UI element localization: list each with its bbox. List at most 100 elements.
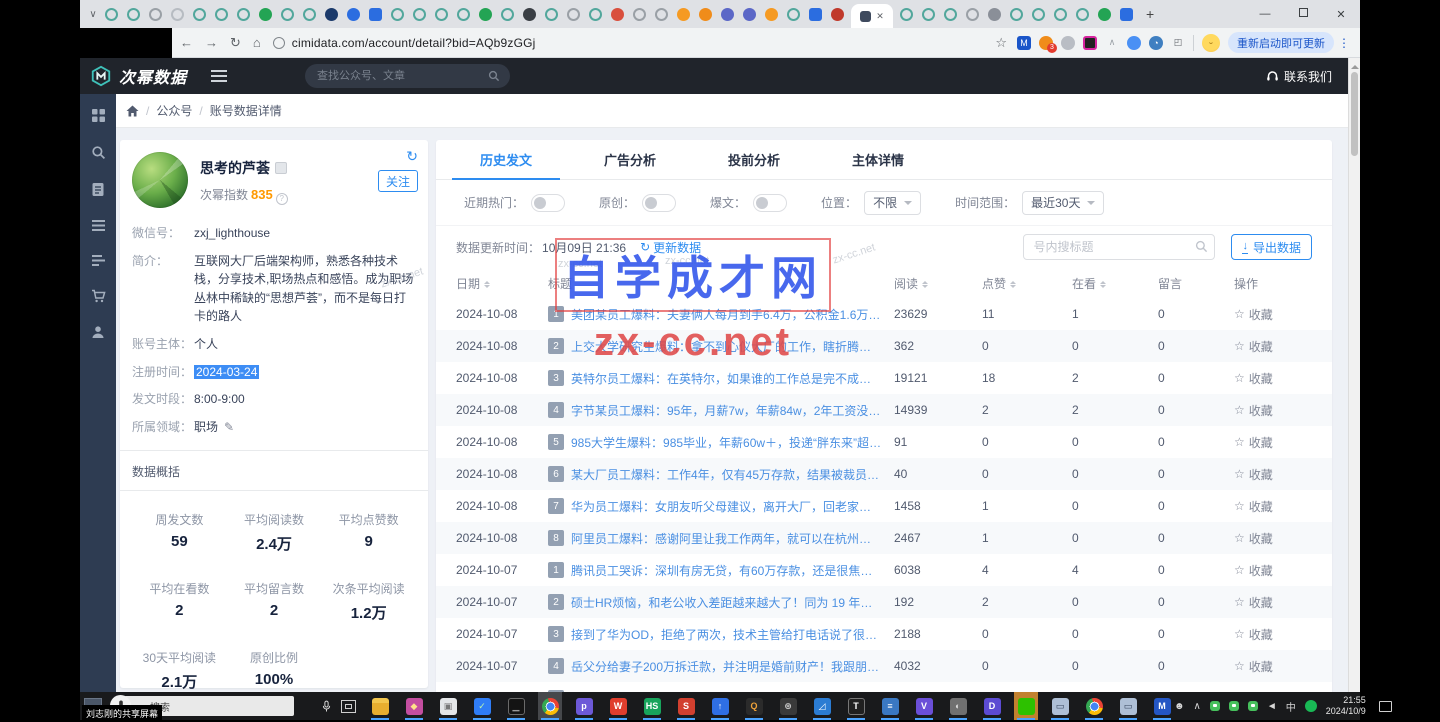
title-search-input[interactable]	[1023, 234, 1215, 260]
refresh-data-button[interactable]: ↻ 更新数据	[640, 239, 701, 256]
extension-camera-icon[interactable]	[1083, 36, 1097, 50]
extension-chevron-icon[interactable]: ∧	[1105, 36, 1119, 50]
browser-tab[interactable]	[809, 8, 822, 21]
browser-tab[interactable]	[1098, 8, 1111, 21]
tab-close-icon[interactable]: ✕	[876, 11, 884, 22]
browser-tab[interactable]	[369, 8, 382, 21]
minimize-button[interactable]: —	[1246, 8, 1284, 20]
article-title-link[interactable]: 硕士HR烦恼，和老公收入差距越来越大了！同为 19 年硕士，如今我税前 20 .…	[571, 594, 882, 611]
browser-tab[interactable]	[944, 8, 957, 21]
browser-tab[interactable]	[215, 8, 228, 21]
sort-icon[interactable]	[1010, 278, 1016, 291]
article-title-link[interactable]: 某大厂员工爆料：工作4年，仅有45万存款，结果被裁员，几个月都找不到工...	[571, 466, 882, 483]
favorite-button[interactable]: ☆ 收藏	[1234, 562, 1312, 579]
sort-icon[interactable]	[1100, 278, 1106, 291]
new-tab-button[interactable]: +	[1138, 6, 1162, 22]
taskbar-app-chrome-2[interactable]	[1082, 692, 1106, 720]
tab-history-posts[interactable]: 历史发文	[444, 140, 568, 179]
favorite-button[interactable]: ☆ 收藏	[1234, 498, 1312, 515]
taskbar-app-terminal[interactable]: ▁	[504, 692, 528, 720]
scrollbar-thumb[interactable]	[1351, 72, 1358, 156]
ime-indicator[interactable]: 中	[1286, 699, 1296, 714]
extensions-puzzle-icon[interactable]: ◰	[1171, 36, 1185, 50]
browser-tab[interactable]	[787, 8, 800, 21]
browser-tab[interactable]	[611, 8, 624, 21]
chat-bubble-icon[interactable]	[1248, 701, 1258, 711]
taskbar-mic-icon[interactable]	[322, 700, 331, 713]
article-title-link[interactable]: 985大学生爆料：985毕业，年薪60w＋，投递“胖东来”超市，连简历初筛都没.…	[571, 434, 882, 451]
taskbar-app-planet[interactable]: ◐	[946, 692, 970, 720]
tab-pre-invest-analysis[interactable]: 投前分析	[692, 140, 816, 179]
forward-icon[interactable]: →	[205, 35, 218, 50]
browser-tab[interactable]	[457, 8, 470, 21]
browser-tab[interactable]	[413, 8, 426, 21]
network-globe-icon[interactable]	[1305, 700, 1317, 712]
sort-icon[interactable]	[484, 278, 490, 291]
taskbar-app-monitor[interactable]: ▭	[1116, 692, 1140, 720]
browser-tab[interactable]	[281, 8, 294, 21]
viral-toggle[interactable]	[753, 194, 787, 212]
taskbar-app-s[interactable]: S	[674, 692, 698, 720]
export-data-button[interactable]: ↓ 导出数据	[1231, 234, 1312, 260]
article-title-link[interactable]: 上交大学研究生爆料：拿不到心仪大厂的工作，瞎折腾了两年，如...	[571, 338, 882, 355]
browser-tab[interactable]	[171, 8, 184, 21]
hot-toggle[interactable]	[531, 194, 565, 212]
taskbar-app-mail[interactable]: ≡	[878, 692, 902, 720]
favorite-button[interactable]: ☆ 收藏	[1234, 658, 1312, 675]
header-search-input[interactable]	[315, 69, 488, 83]
taskbar-app-upload[interactable]: ↑	[708, 692, 732, 720]
extension-gray-icon[interactable]	[1061, 36, 1075, 50]
refresh-card-icon[interactable]: ↻	[406, 148, 418, 165]
site-settings-icon[interactable]	[273, 37, 285, 49]
browser-tab[interactable]	[259, 8, 272, 21]
favorite-button[interactable]: ☆ 收藏	[1234, 434, 1312, 451]
cart-icon[interactable]	[91, 289, 106, 303]
position-select[interactable]: 不限	[864, 191, 921, 215]
col-likes[interactable]: 点赞	[982, 275, 1072, 292]
volume-icon[interactable]: ◄	[1267, 701, 1277, 712]
extension-cloud-icon[interactable]	[1127, 36, 1141, 50]
scroll-up-icon[interactable]	[1351, 61, 1359, 69]
browser-tab[interactable]	[1120, 8, 1133, 21]
close-button[interactable]: ✕	[1322, 8, 1360, 21]
browser-tab[interactable]	[237, 8, 250, 21]
browser-tab[interactable]	[105, 8, 118, 21]
extension-m-icon[interactable]: M	[1017, 36, 1031, 50]
site-logo[interactable]: 次幂数据	[90, 64, 187, 88]
active-tab[interactable]: ✕	[851, 4, 893, 28]
browser-tab[interactable]	[966, 8, 979, 21]
favorite-button[interactable]: ☆ 收藏	[1234, 466, 1312, 483]
browser-tab[interactable]	[1010, 8, 1023, 21]
contact-us-button[interactable]: 联系我们	[1266, 68, 1332, 85]
time-range-select[interactable]: 最近30天	[1022, 191, 1104, 215]
taskbar-app-hs[interactable]: HS	[640, 692, 664, 720]
search-icon[interactable]	[91, 145, 106, 160]
browser-tab[interactable]	[523, 8, 536, 21]
browser-tab[interactable]	[765, 8, 778, 21]
browser-tab[interactable]	[193, 8, 206, 21]
browser-tab[interactable]	[325, 8, 338, 21]
article-title-link[interactable]: 华为员工爆料：女朋友听父母建议，离开大厂，回老家村里当老师，月薪1500...	[571, 498, 882, 515]
profile-avatar[interactable]: ᵕ	[1202, 34, 1220, 52]
browser-tab[interactable]	[1076, 8, 1089, 21]
col-reads[interactable]: 阅读	[894, 275, 982, 292]
help-icon[interactable]: ?	[276, 193, 288, 205]
browser-tab[interactable]	[699, 8, 712, 21]
page-scrollbar[interactable]	[1348, 58, 1360, 692]
selected-text[interactable]: 2024-03-24	[194, 365, 259, 379]
maximize-button[interactable]	[1284, 8, 1322, 20]
browser-tab[interactable]	[589, 8, 602, 21]
browser-tab[interactable]	[922, 8, 935, 21]
browser-tab[interactable]	[567, 8, 580, 21]
browser-tab[interactable]	[988, 8, 1001, 21]
favorite-button[interactable]: ☆ 收藏	[1234, 306, 1312, 323]
browser-tab[interactable]	[677, 8, 690, 21]
taskbar-app-v2ray[interactable]: V	[912, 692, 936, 720]
browser-tab[interactable]	[303, 8, 316, 21]
taskbar-app-screenshare[interactable]: ▭	[1048, 692, 1072, 720]
favorite-button[interactable]: ☆ 收藏	[1234, 338, 1312, 355]
browser-tab[interactable]	[1054, 8, 1067, 21]
taskbar-app-photos[interactable]: ▣	[436, 692, 460, 720]
taskbar-app-wps[interactable]: W	[606, 692, 630, 720]
browser-tab[interactable]	[501, 8, 514, 21]
